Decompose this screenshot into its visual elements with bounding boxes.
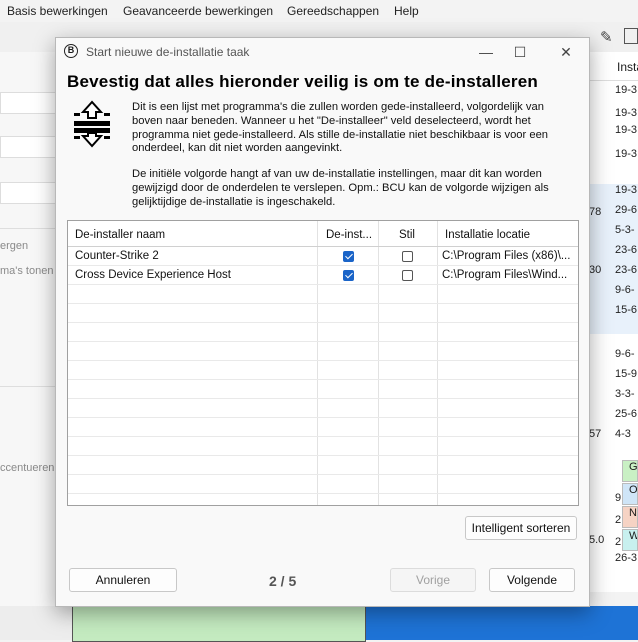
previous-button[interactable]: Vorige: [390, 568, 476, 592]
list-cell: 9-6-: [615, 284, 635, 296]
sidebar-text: ergen: [0, 240, 29, 252]
sidebar-dropdown[interactable]: [0, 136, 58, 158]
background-sidebar: ergen ma's tonen ccentueren: [0, 52, 60, 612]
background-menu-bar: Basis bewerkingen Geavanceerde bewerking…: [0, 0, 638, 22]
list-cell: 5.0: [589, 534, 605, 546]
list-cell: 25-6: [615, 408, 638, 420]
sidebar-dropdown[interactable]: [0, 92, 58, 114]
legend-item: W: [622, 529, 638, 551]
row-location[interactable]: C:\Program Files (x86)\...: [442, 250, 570, 262]
app-logo-icon: B: [64, 44, 78, 58]
list-cell: 23-6: [615, 264, 638, 276]
close-icon[interactable]: ✕: [546, 40, 586, 64]
next-button[interactable]: Volgende: [489, 568, 575, 592]
divider: [0, 228, 56, 229]
uninstall-checkbox[interactable]: [343, 251, 354, 262]
toolbar-icon[interactable]: [624, 28, 638, 44]
list-cell: 29-6: [615, 204, 638, 216]
list-cell: 19-3: [615, 124, 638, 136]
list-cell: 5-3-: [615, 224, 635, 236]
background-chart-green: [72, 606, 366, 642]
menu-geavanceerd[interactable]: Geavanceerde bewerkingen: [123, 4, 273, 18]
legend-item: G: [622, 460, 638, 482]
list-cell: 2: [615, 536, 622, 548]
background-panel: [0, 606, 72, 640]
list-cell: 3-3-: [615, 388, 635, 400]
list-cell: 19-3: [615, 148, 638, 160]
list-cell: 15-6: [615, 304, 638, 316]
uninstaller-list[interactable]: De-installer naam De-inst... Stil Instal…: [67, 220, 579, 506]
legend-item: O: [622, 483, 638, 505]
sidebar-text: ccentueren: [0, 462, 55, 474]
list-cell: 2: [615, 514, 622, 526]
list-cell: 19-3: [615, 84, 638, 96]
description-text: De initiële volgorde hangt af van uw de-…: [132, 168, 549, 208]
background-chart-blue: [366, 606, 638, 640]
row-name[interactable]: Cross Device Experience Host: [75, 269, 231, 281]
list-cell: 19-3: [615, 107, 638, 119]
sidebar-dropdown[interactable]: [0, 182, 58, 204]
menu-basis[interactable]: Basis bewerkingen: [7, 4, 108, 18]
sort-order-icon: [74, 100, 110, 148]
title-bar[interactable]: B Start nieuwe de-installatie taak — ☐ ✕: [56, 38, 589, 66]
list-cell: 57: [589, 428, 602, 440]
menu-gereedschappen[interactable]: Gereedschappen: [287, 4, 379, 18]
uninstall-wizard-dialog: B Start nieuwe de-installatie taak — ☐ ✕…: [55, 37, 590, 607]
list-cell: 30: [589, 264, 602, 276]
cancel-button[interactable]: Annuleren: [69, 568, 177, 592]
row-name[interactable]: Counter-Strike 2: [75, 250, 159, 262]
maximize-icon[interactable]: ☐: [500, 40, 540, 64]
list-cell: 15-9: [615, 368, 638, 380]
silent-checkbox[interactable]: [402, 251, 413, 262]
list-cell: 26-3: [615, 552, 638, 564]
column-header-location[interactable]: Installatie locatie: [445, 229, 530, 241]
sidebar-text: ma's tonen: [0, 265, 54, 277]
edit-icon[interactable]: ✎: [600, 28, 613, 46]
silent-checkbox[interactable]: [402, 270, 413, 281]
row-location[interactable]: C:\Program Files\Wind...: [442, 269, 567, 281]
divider: [0, 386, 56, 387]
window-title: Start nieuwe de-installatie taak: [86, 45, 250, 59]
list-cell: 23-6: [615, 244, 638, 256]
smart-sort-button[interactable]: Intelligent sorteren: [465, 516, 577, 540]
column-header-silent[interactable]: Stil: [399, 229, 415, 241]
description-text: Dit is een lijst met programma's die zul…: [132, 101, 549, 155]
uninstall-checkbox[interactable]: [343, 270, 354, 281]
column-header-uninstall[interactable]: De-inst...: [326, 229, 372, 241]
list-cell: 4-3: [615, 428, 631, 440]
column-header-name[interactable]: De-installer naam: [75, 229, 165, 241]
menu-help[interactable]: Help: [394, 4, 419, 18]
column-header[interactable]: Instal: [589, 52, 638, 81]
legend-item: N: [622, 506, 638, 528]
page-indicator: 2 / 5: [269, 573, 297, 589]
list-cell: 78: [589, 206, 602, 218]
list-cell: 19-3: [615, 184, 638, 196]
list-cell: 9: [615, 492, 622, 504]
list-cell: 9-6-: [615, 348, 635, 360]
page-heading: Bevestig dat alles hieronder veilig is o…: [67, 72, 538, 91]
